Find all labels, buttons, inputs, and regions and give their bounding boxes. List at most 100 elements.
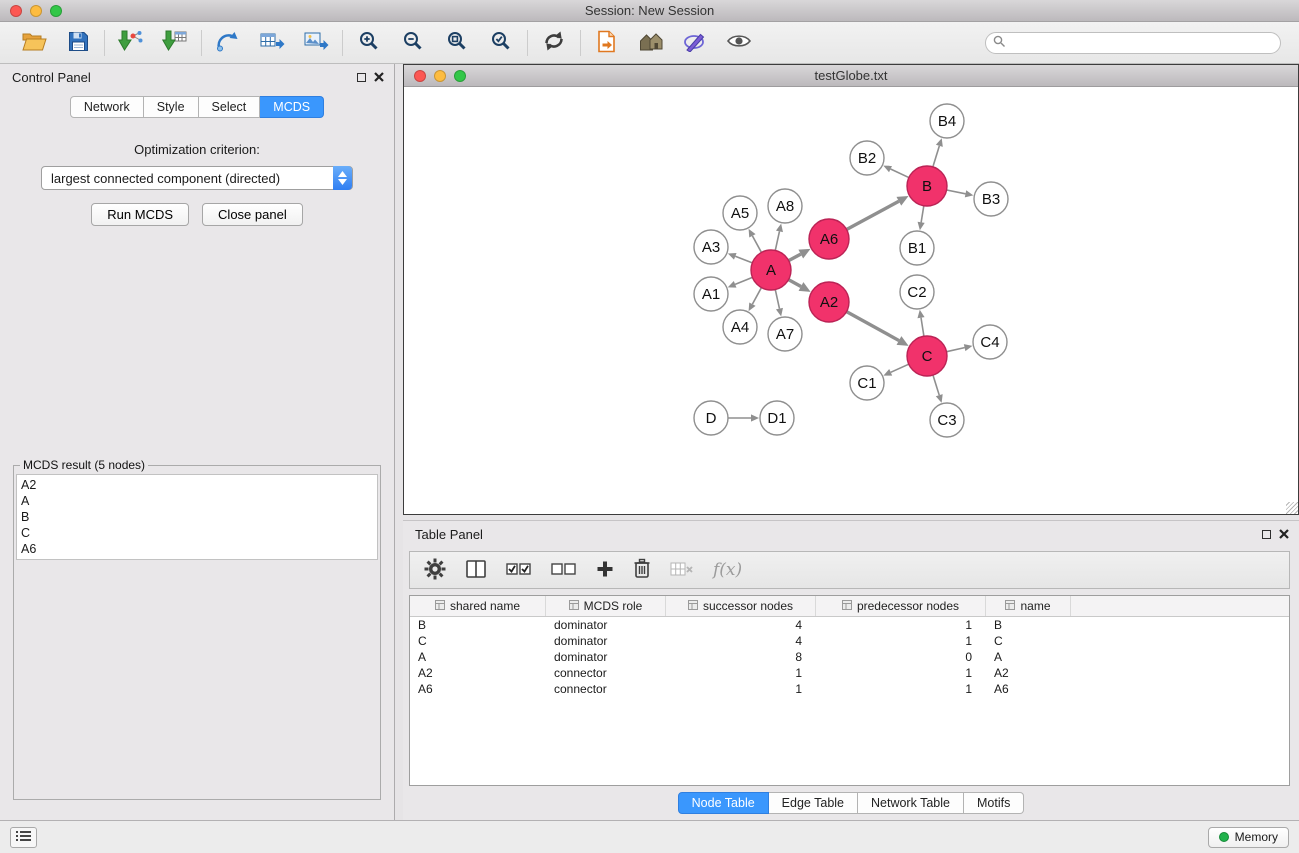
close-window-icon[interactable] [10,5,22,17]
zoom-window-icon[interactable] [50,5,62,17]
tab-network-table[interactable]: Network Table [858,792,964,814]
graph-node-A5[interactable]: A5 [723,196,757,230]
edge-A-A6[interactable] [789,254,801,260]
edge-A-A3[interactable] [735,256,752,263]
add-column-button[interactable] [596,560,614,581]
show-panel-list-button[interactable] [10,827,37,848]
graph-node-A[interactable]: A [751,250,791,290]
home-button[interactable] [635,27,667,59]
edge-C-C1[interactable] [891,364,909,372]
column-header[interactable]: MCDS role [546,596,666,616]
tab-mcds[interactable]: MCDS [260,96,324,118]
table-settings-button[interactable] [424,558,446,583]
graph-node-C1[interactable]: C1 [850,366,884,400]
graph-node-A6[interactable]: A6 [809,219,849,259]
tab-node-table[interactable]: Node Table [678,792,769,814]
edge-A2-C[interactable] [847,312,899,341]
graph-node-C4[interactable]: C4 [973,325,1007,359]
show-hide-button[interactable] [723,27,755,59]
edge-A-A4[interactable] [752,288,761,305]
edge-A-A1[interactable] [735,277,752,284]
column-header[interactable]: predecessor nodes [816,596,986,616]
open-session-button[interactable] [18,27,50,59]
export-image-button[interactable] [300,27,332,59]
close-panel-icon[interactable] [374,72,384,82]
zoom-fit-button[interactable] [441,27,473,59]
tab-network[interactable]: Network [70,96,144,118]
result-item[interactable]: A [21,493,373,509]
mcds-result-list[interactable]: A2ABCA6 [16,474,378,560]
graph-node-A3[interactable]: A3 [694,230,728,264]
graph-node-A2[interactable]: A2 [809,282,849,322]
deselect-all-button[interactable] [551,561,577,580]
edge-B-B3[interactable] [947,190,966,194]
float-table-panel-icon[interactable] [1262,530,1271,539]
zoom-selected-button[interactable] [485,27,517,59]
tab-motifs[interactable]: Motifs [964,792,1024,814]
annotation-button[interactable] [679,27,711,59]
graph-node-A1[interactable]: A1 [694,277,728,311]
network-close-icon[interactable] [414,70,426,82]
float-panel-icon[interactable] [357,73,366,82]
result-item[interactable]: A6 [21,541,373,557]
edge-A-A8[interactable] [775,231,779,250]
graph-node-D[interactable]: D [694,401,728,435]
graph-node-B4[interactable]: B4 [930,104,964,138]
graph-node-D1[interactable]: D1 [760,401,794,435]
close-panel-button[interactable]: Close panel [202,203,303,226]
edge-B-B4[interactable] [933,146,939,167]
export-table-button[interactable] [256,27,288,59]
table-row[interactable]: A6connector11A6 [410,681,1289,697]
graph-node-C3[interactable]: C3 [930,403,964,437]
tab-style[interactable]: Style [144,96,199,118]
graph-node-B3[interactable]: B3 [974,182,1008,216]
graph-node-B[interactable]: B [907,166,947,206]
graph-node-A7[interactable]: A7 [768,317,802,351]
graph-node-A8[interactable]: A8 [768,189,802,223]
table-row[interactable]: A2connector11A2 [410,665,1289,681]
graph-node-C2[interactable]: C2 [900,275,934,309]
close-table-panel-icon[interactable] [1279,529,1289,539]
zoom-out-button[interactable] [397,27,429,59]
save-session-button[interactable] [62,27,94,59]
result-item[interactable]: A2 [21,477,373,493]
import-network-button[interactable] [115,27,147,59]
import-table-button[interactable] [159,27,191,59]
run-mcds-button[interactable]: Run MCDS [91,203,189,226]
edge-B-B1[interactable] [921,206,924,223]
tab-select[interactable]: Select [199,96,261,118]
edge-A-A2[interactable] [789,280,801,287]
export-network-button[interactable] [212,27,244,59]
resize-grip[interactable] [1286,502,1298,514]
column-header[interactable]: name [986,596,1071,616]
graph-node-B2[interactable]: B2 [850,141,884,175]
graph-node-B1[interactable]: B1 [900,231,934,265]
search-input[interactable] [1011,36,1273,50]
delete-row-button[interactable] [633,558,651,582]
edge-C-C2[interactable] [921,318,924,337]
show-columns-button[interactable] [465,559,487,582]
memory-button[interactable]: Memory [1208,827,1289,848]
column-header[interactable]: successor nodes [666,596,816,616]
network-minimize-icon[interactable] [434,70,446,82]
graph-node-A4[interactable]: A4 [723,310,757,344]
graph-node-C[interactable]: C [907,336,947,376]
edge-A6-B[interactable] [847,201,899,229]
select-all-button[interactable] [506,561,532,580]
delete-column-button[interactable] [670,560,694,581]
edge-B-B2[interactable] [891,169,909,178]
column-header[interactable]: shared name [410,596,546,616]
tab-edge-table[interactable]: Edge Table [769,792,858,814]
edge-A-A5[interactable] [752,236,761,253]
export-document-button[interactable] [591,27,623,59]
edge-C-C3[interactable] [933,375,939,395]
table-row[interactable]: Bdominator41B [410,617,1289,633]
network-zoom-icon[interactable] [454,70,466,82]
edge-C-C4[interactable] [947,348,965,352]
result-item[interactable]: B [21,509,373,525]
table-row[interactable]: Adominator80A [410,649,1289,665]
refresh-layout-button[interactable] [538,27,570,59]
table-row[interactable]: Cdominator41C [410,633,1289,649]
function-builder-button[interactable]: f(x) [713,560,742,580]
minimize-window-icon[interactable] [30,5,42,17]
